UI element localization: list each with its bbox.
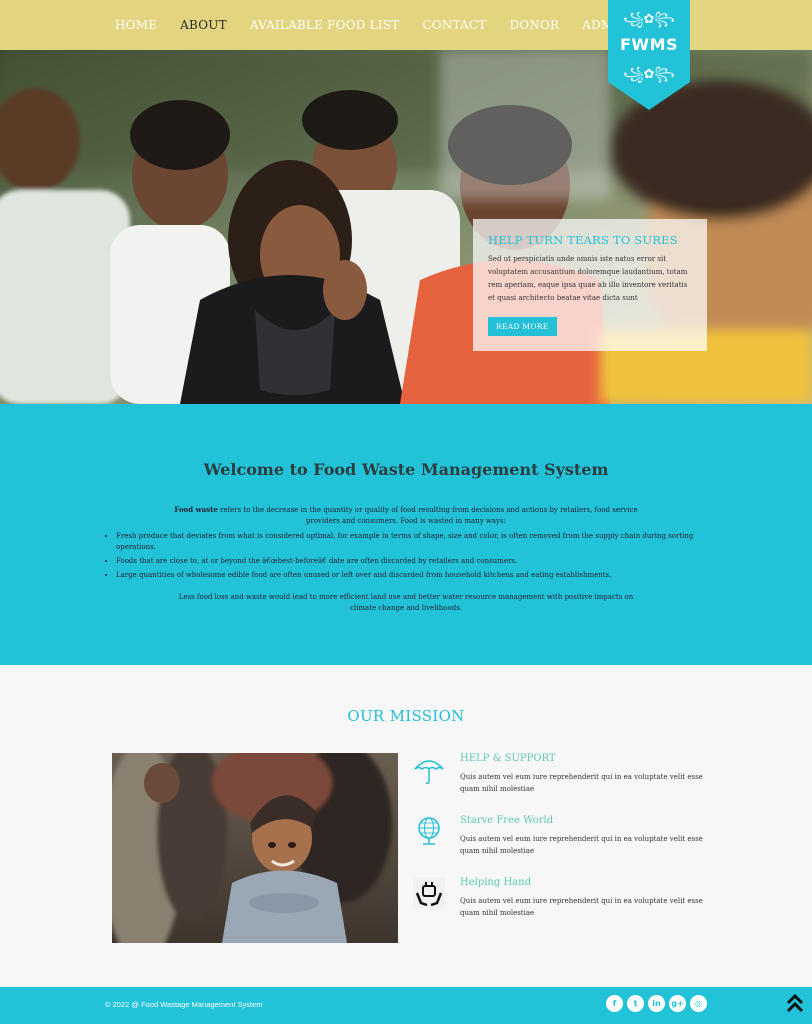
- nav-about[interactable]: ABOUT: [180, 18, 227, 32]
- scroll-to-top-icon[interactable]: [786, 993, 804, 1015]
- list-item: Large quantities of wholesome edible foo…: [116, 570, 701, 581]
- ornament-bottom-icon: ꧁✿꧂: [623, 67, 675, 82]
- hero-text: Sed ut perspiciatis unde omnis iste natu…: [488, 255, 688, 302]
- footer: © 2022 @ Food Wastage Management System …: [0, 987, 812, 1024]
- twitter-icon[interactable]: t: [627, 995, 644, 1012]
- food-waste-list: Fresh produce that deviates from what is…: [116, 531, 701, 584]
- helping-hand-icon: [413, 877, 445, 909]
- welcome-title: Welcome to Food Waste Management System: [203, 460, 609, 479]
- copyright-text: © 2022 @ Food Wastage Management System: [105, 1000, 263, 1009]
- google-plus-icon[interactable]: g+: [669, 995, 686, 1012]
- intro-bold-term: Food waste: [174, 505, 218, 514]
- dribbble-icon[interactable]: ◎: [690, 995, 707, 1012]
- logo-badge[interactable]: ꧁✿꧂ FWMS ꧁✿꧂: [608, 0, 690, 110]
- hero-callout: HELP TURN TEARS TO SURES Sed ut perspici…: [473, 219, 707, 351]
- hero-heading: HELP TURN TEARS TO SURES: [488, 233, 678, 247]
- nav-available-food-list[interactable]: AVAILABLE FOOD LIST: [250, 18, 400, 32]
- welcome-outro: Less food loss and waste would lead to m…: [178, 593, 634, 612]
- linkedin-icon[interactable]: in: [648, 995, 665, 1012]
- intro-text: refers to the decrease in the quantity o…: [217, 506, 638, 525]
- nav-donor[interactable]: DONOR: [509, 18, 559, 32]
- feature-title: HELP & SUPPORT: [460, 753, 556, 764]
- social-links: f t in g+ ◎: [606, 995, 711, 1012]
- logo-text: FWMS: [619, 35, 679, 54]
- read-more-button[interactable]: READ MORE: [488, 317, 557, 336]
- feature-title: Starve Free World: [460, 815, 554, 826]
- mission-photo: [112, 753, 398, 943]
- feature-text: Quis autem vel eum iure reprehenderit qu…: [460, 897, 703, 917]
- nav-home[interactable]: HOME: [115, 18, 157, 32]
- feature-text: Quis autem vel eum iure reprehenderit qu…: [460, 835, 703, 855]
- nav-menu: HOME ABOUT AVAILABLE FOOD LIST CONTACT D…: [115, 0, 652, 50]
- umbrella-icon: [414, 760, 444, 784]
- welcome-intro: Food waste refers to the decrease in the…: [170, 504, 642, 527]
- mission-title: OUR MISSION: [347, 707, 465, 725]
- top-navigation-bar: HOME ABOUT AVAILABLE FOOD LIST CONTACT D…: [0, 0, 812, 50]
- feature-text: Quis autem vel eum iure reprehenderit qu…: [460, 773, 703, 793]
- hero-banner: HELP TURN TEARS TO SURES Sed ut perspici…: [0, 50, 812, 404]
- list-item: Foods that are close to, at or beyond th…: [116, 556, 701, 567]
- globe-icon: [418, 817, 440, 845]
- facebook-icon[interactable]: f: [606, 995, 623, 1012]
- feature-title: Helping Hand: [460, 877, 531, 888]
- nav-contact[interactable]: CONTACT: [422, 18, 486, 32]
- mission-section: OUR MISSION HELP & SUPPORT Quis autem ve…: [0, 665, 812, 987]
- welcome-section: Welcome to Food Waste Management System …: [0, 404, 812, 665]
- ornament-top-icon: ꧁✿꧂: [623, 12, 675, 27]
- list-item: Fresh produce that deviates from what is…: [116, 531, 701, 553]
